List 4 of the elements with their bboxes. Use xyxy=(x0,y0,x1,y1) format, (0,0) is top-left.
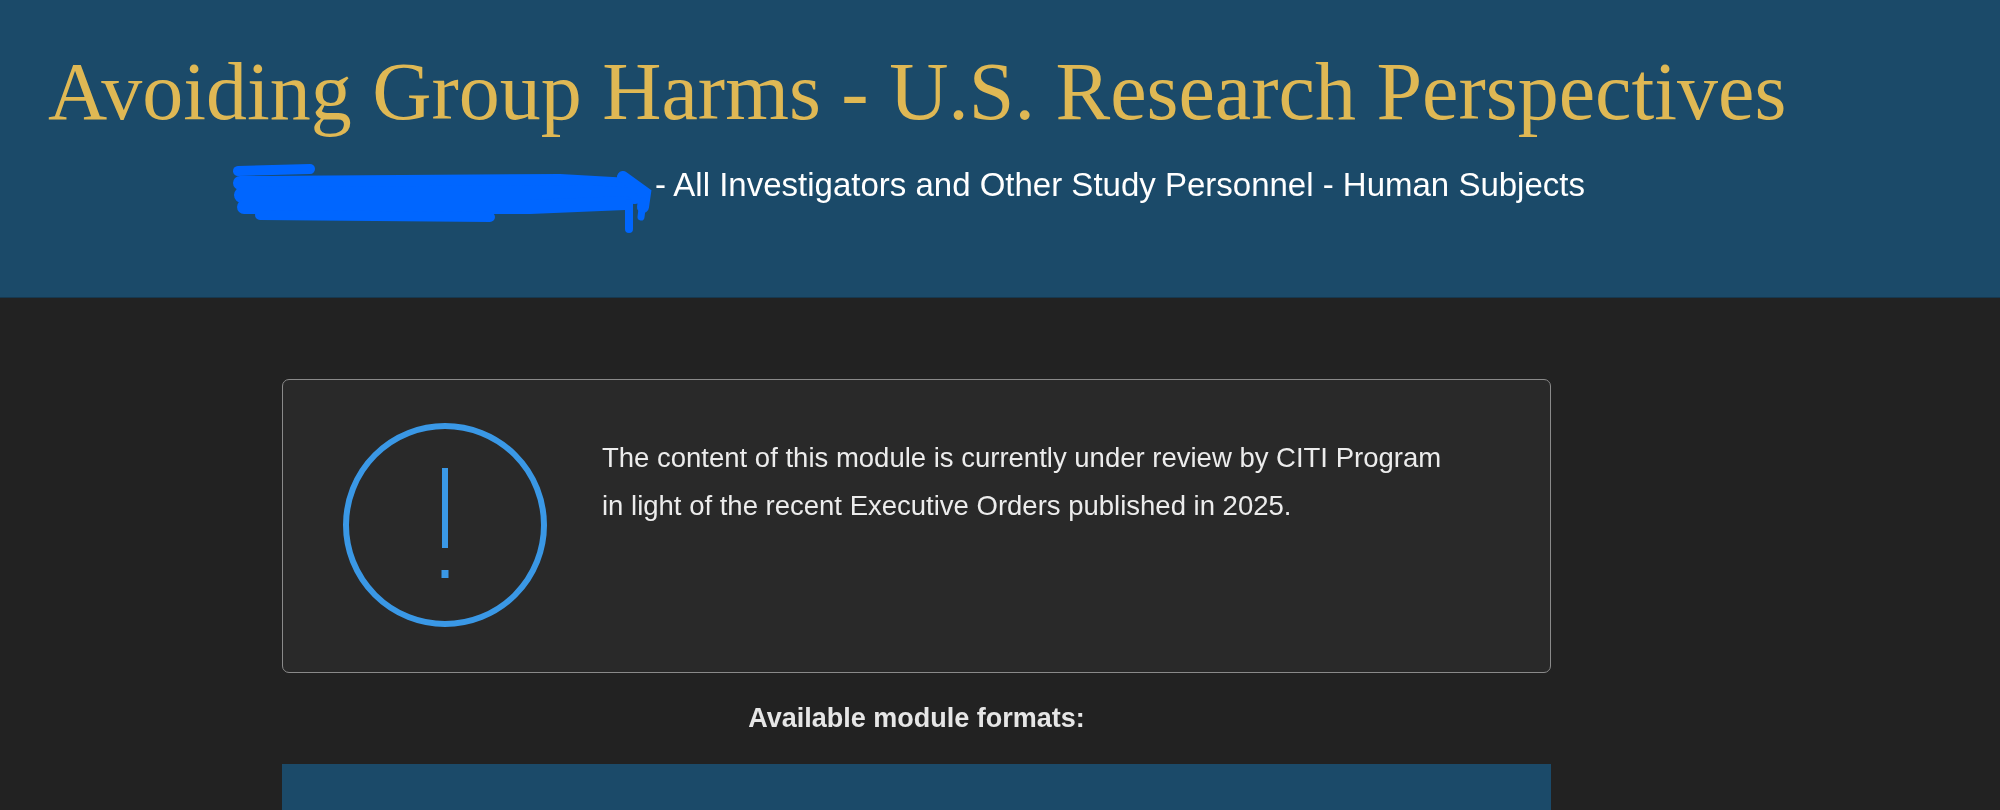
notice-message: The content of this module is currently under review by CITI Program in light of the recent Executive Orders published in 2025. xyxy=(602,441,1443,523)
formats-heading: Available module formats: xyxy=(747,703,1086,733)
exclamation-circle-icon xyxy=(343,423,547,627)
module-subtitle: - All Investigators and Other Study Personnel - Human Subjects xyxy=(655,166,1585,204)
